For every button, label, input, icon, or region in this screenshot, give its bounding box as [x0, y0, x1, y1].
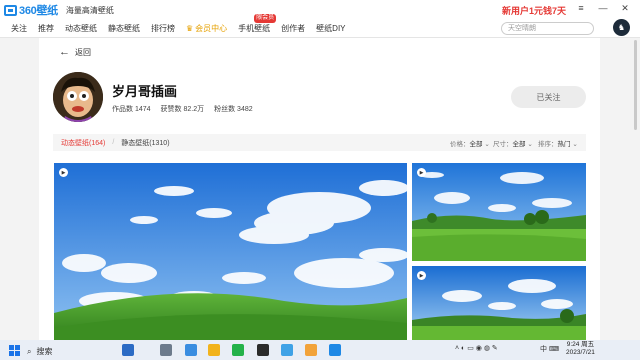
feishu-icon[interactable] [281, 344, 293, 356]
game-app-icon[interactable] [122, 344, 134, 356]
nav-static-wallpaper[interactable]: 静态壁纸 [108, 23, 140, 34]
windows-logo-icon[interactable] [9, 344, 21, 356]
nav-vip-center[interactable]: ♛ 会员中心 [186, 23, 227, 34]
size-filter[interactable]: 尺寸：全部 ⌄ [493, 138, 533, 148]
task-view-icon[interactable] [160, 344, 172, 356]
clock-time: 9:24 周五 [566, 341, 595, 348]
wallpaper-image [412, 163, 586, 261]
stat-works: 作品数 1474 [112, 106, 151, 113]
wallpaper-image [54, 163, 407, 340]
tab-dynamic-wallpaper[interactable]: 动态壁纸(164) [61, 138, 105, 148]
search-icon: ⌕ [27, 346, 32, 356]
logo-icon [4, 4, 17, 16]
360-wallpaper-taskbar-icon[interactable] [329, 344, 341, 356]
logo-text: 360壁纸 [19, 5, 58, 17]
price-filter[interactable]: 价格：全部 ⌄ [450, 138, 490, 148]
nav-vip-label: 会员中心 [195, 24, 228, 33]
price-filter-value: 全部 [469, 141, 483, 148]
nav-mobile-label: 手机壁纸 [238, 24, 271, 33]
wallpaper-app-icon[interactable] [305, 344, 317, 356]
play-icon: ▶ [417, 168, 426, 177]
chevron-down-icon: ⌄ [527, 141, 533, 148]
clock-date: 2023/7/21 [566, 349, 595, 356]
creator-stats: 作品数 1474 获赞数 82.2万 粉丝数 3482 [112, 104, 263, 114]
menu-icon[interactable]: ≡ [575, 3, 587, 13]
app-subtitle: 海量高清壁纸 [65, 5, 114, 15]
file-explorer-icon[interactable] [208, 344, 220, 356]
qq-icon[interactable] [257, 344, 269, 356]
nav-mobile-wallpaper[interactable]: 手机壁纸 限会员 [238, 14, 277, 34]
promo-link[interactable]: 新用户1元钱7天 [502, 4, 566, 17]
ime-indicator-icon[interactable]: 中 ⌨ [540, 344, 562, 356]
sort-filter-value: 热门 [557, 141, 571, 148]
play-icon: ▶ [59, 168, 68, 177]
user-avatar[interactable]: ♞ [613, 19, 630, 36]
nav-creator[interactable]: 创作者 [281, 23, 305, 34]
back-label: 返回 [75, 47, 91, 57]
system-tray-icons[interactable]: ˄ ◐ ▭ ◉ ◍ ✎ [455, 344, 510, 356]
stat-likes: 获赞数 82.2万 [160, 106, 205, 113]
wallpaper-card[interactable]: ▶ [412, 266, 586, 340]
sort-filter[interactable]: 排序：热门 ⌄ [538, 138, 578, 148]
nav-ranking[interactable]: 排行榜 [151, 23, 175, 34]
page-scrollbar[interactable] [634, 40, 637, 130]
vip-badge: 限会员 [254, 14, 277, 23]
windows-taskbar: ˄ ◐ ▭ ◉ ◍ ✎ 中 ⌨ [0, 340, 640, 360]
edge-browser-icon[interactable] [185, 344, 197, 356]
search-input[interactable]: 天空晴朗 [501, 22, 594, 35]
creator-avatar[interactable] [53, 72, 103, 122]
size-filter-value: 全部 [512, 141, 526, 148]
minimize-icon[interactable]: — [597, 3, 609, 13]
sort-filter-label: 排序： [538, 141, 558, 148]
crown-icon: ♛ [186, 24, 194, 33]
creator-avatar-image [53, 72, 103, 122]
wallpaper-card[interactable]: ▶ [412, 163, 586, 261]
stat-followers: 粉丝数 3482 [214, 106, 253, 113]
taskbar-search-label: 搜索 [36, 347, 53, 356]
nav-dynamic-wallpaper[interactable]: 动态壁纸 [65, 23, 97, 34]
tab-static-wallpaper[interactable]: 静态壁纸(1310) [121, 138, 169, 148]
tab-separator: / [112, 139, 115, 146]
followed-button[interactable]: 已关注 [511, 86, 586, 108]
nav-diy[interactable]: 壁纸DIY [316, 23, 345, 34]
taskbar-clock[interactable]: 9:24 周五 2023/7/21 [566, 341, 595, 357]
chevron-down-icon: ⌄ [572, 141, 578, 148]
wallpaper-image [412, 266, 586, 340]
taskbar-search[interactable]: ⌕ 搜索 [27, 346, 52, 357]
chevron-down-icon: ⌄ [484, 141, 490, 148]
deer-icon: ♞ [617, 23, 626, 32]
app-logo[interactable]: 360壁纸 [4, 2, 58, 18]
back-button[interactable]: ← 返回 [59, 46, 91, 58]
creator-name: 岁月哥插画 [112, 84, 178, 99]
size-filter-label: 尺寸： [493, 141, 513, 148]
nav-follow[interactable]: 关注 [11, 23, 27, 34]
wechat-icon[interactable] [232, 344, 244, 356]
price-filter-label: 价格： [450, 141, 470, 148]
arrow-left-icon: ← [59, 46, 70, 58]
play-icon: ▶ [417, 271, 426, 280]
title-bar: 360壁纸 海量高清壁纸 新用户1元钱7天 ≡ — ✕ [0, 0, 640, 20]
filter-bar: 动态壁纸(164) / 静态壁纸(1310) 价格：全部 ⌄ 尺寸：全部 ⌄ 排… [53, 134, 586, 151]
wallpaper-card[interactable]: ▶ [54, 163, 407, 340]
close-icon[interactable]: ✕ [619, 3, 631, 14]
nav-recommend[interactable]: 推荐 [38, 23, 54, 34]
